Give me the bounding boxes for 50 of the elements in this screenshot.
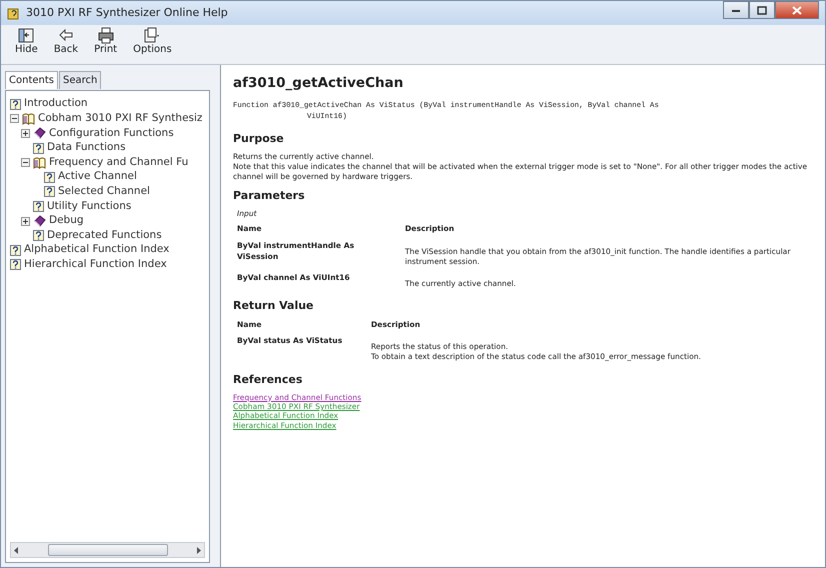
topic-title: af3010_getActiveChan — [233, 74, 404, 93]
scroll-right-icon — [196, 546, 201, 554]
tree-item[interactable]: Introduction — [24, 97, 88, 112]
maximize-icon — [757, 6, 767, 14]
back-arrow-icon — [56, 27, 75, 44]
tree-item[interactable]: Hierarchical Function Index — [24, 256, 167, 273]
tree-item[interactable]: Configuration Functions — [49, 126, 174, 142]
section-heading: Return Value — [233, 298, 315, 314]
help-page-icon — [44, 186, 55, 198]
collapse-icon[interactable] — [21, 158, 30, 168]
help-page-icon — [33, 200, 44, 212]
toolbar-button[interactable]: Options — [127, 27, 178, 62]
tree-item[interactable]: Debug — [49, 213, 84, 229]
tree-item[interactable]: Active Channel — [58, 169, 137, 186]
open-book-icon — [22, 112, 35, 125]
expand-icon[interactable] — [21, 128, 30, 138]
help-page-icon — [10, 98, 21, 110]
scroll-left-icon — [14, 546, 19, 554]
maximize-button[interactable] — [749, 1, 775, 19]
horizontal-scrollbar[interactable] — [10, 542, 205, 558]
minimize-icon — [731, 7, 741, 13]
tree-item[interactable]: Selected Channel — [58, 184, 150, 200]
section-heading: References — [233, 372, 304, 388]
pane-tab[interactable]: Search — [58, 71, 102, 89]
section-heading: Purpose — [233, 131, 285, 148]
toolbar-button[interactable]: Print — [88, 27, 124, 62]
scrollbar-thumb[interactable] — [48, 544, 168, 556]
close-button[interactable] — [775, 1, 819, 19]
expand-icon[interactable] — [21, 216, 30, 226]
help-page-icon — [33, 230, 44, 242]
pane-tab[interactable]: Contents — [5, 71, 58, 89]
help-page-icon — [10, 259, 21, 270]
open-book-icon — [33, 156, 46, 169]
help-page-icon — [33, 142, 44, 154]
tree-item[interactable]: Data Functions — [47, 140, 126, 156]
toolbar-button[interactable]: Hide — [9, 27, 44, 62]
window-title: 3010 PXI RF Synthesizer Online Help — [26, 4, 228, 21]
printer-icon — [96, 27, 115, 44]
close-icon — [792, 6, 802, 14]
minimize-button[interactable] — [723, 1, 749, 19]
tree-item[interactable]: Frequency and Channel Fu — [49, 154, 188, 171]
tree-item[interactable]: Utility Functions — [47, 198, 132, 214]
toolbar-button[interactable]: Back — [48, 27, 84, 62]
tree-item[interactable]: Deprecated Functions — [47, 228, 162, 244]
tree-item[interactable]: Cobham 3010 PXI RF Synthesiz — [38, 111, 202, 127]
help-page-icon — [44, 172, 55, 183]
section-heading: Parameters — [233, 188, 306, 204]
tree-item[interactable]: Alphabetical Function Index — [24, 242, 170, 258]
collapse-icon[interactable] — [10, 114, 19, 124]
help-page-icon — [10, 244, 21, 256]
